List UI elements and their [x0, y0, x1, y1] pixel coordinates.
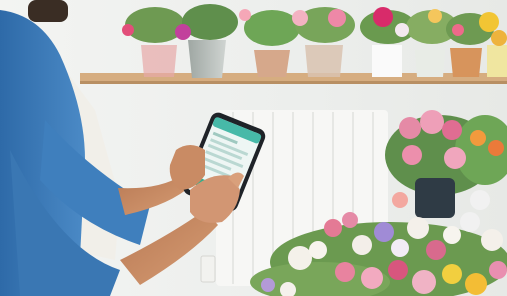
beard — [28, 0, 68, 22]
flower-icon — [239, 9, 251, 21]
flower-icon — [373, 7, 393, 27]
flower-icon — [470, 190, 490, 210]
flower-icon — [452, 24, 464, 36]
leaves — [125, 7, 185, 43]
flower-icon — [399, 117, 421, 139]
pot — [188, 40, 226, 78]
photo-canvas — [0, 0, 507, 296]
flower-icon — [175, 24, 191, 40]
pot — [372, 45, 402, 77]
flower-shop-photo — [0, 0, 507, 296]
flower-icon — [292, 10, 308, 26]
pot — [254, 50, 290, 77]
pot — [450, 48, 482, 77]
pot — [487, 45, 507, 77]
flower-icon — [491, 30, 507, 46]
flower-icon — [402, 145, 422, 165]
flower-icon — [420, 110, 444, 134]
leaves — [244, 10, 300, 46]
flower-bouquet — [385, 110, 507, 218]
flower-icon — [328, 9, 346, 27]
flower-icon — [470, 130, 486, 146]
pot — [415, 50, 445, 77]
flower-icon — [442, 120, 462, 140]
flower-icon — [479, 12, 499, 32]
flower-icon — [395, 23, 409, 37]
pot — [415, 178, 455, 218]
flower-icon — [392, 192, 408, 208]
pot — [305, 45, 343, 77]
wall-socket — [200, 255, 216, 283]
pot — [141, 45, 177, 77]
shelf-edge — [80, 81, 507, 84]
flower-icon — [444, 147, 466, 169]
flower-icon — [488, 140, 504, 156]
flower-icon — [122, 24, 134, 36]
flower-icon — [428, 9, 442, 23]
